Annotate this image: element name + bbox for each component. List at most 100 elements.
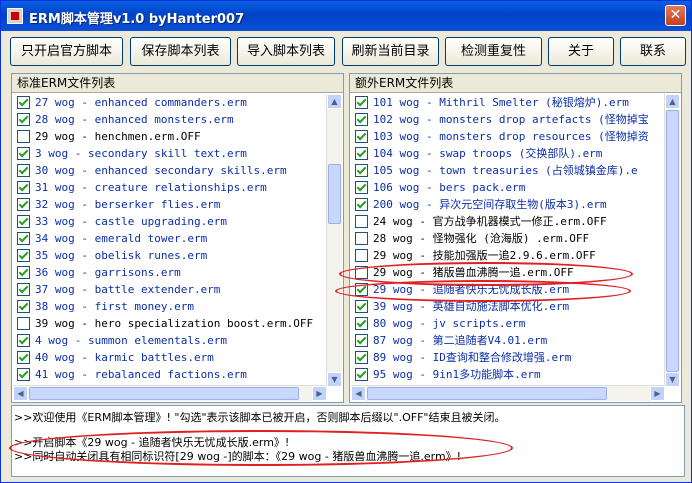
check-duplicates-button[interactable]: 检测重复性 [445, 37, 542, 66]
window-title: ERM脚本管理v1.0 byHanter007 [29, 12, 245, 27]
list-item-label: 29 wog - 技能加强版一追2.9.6.erm.OFF [373, 249, 596, 262]
list-item-label: 95 wog - 9in1多功能脚本.erm [373, 368, 541, 381]
right-vertical-scrollbar[interactable]: ▲ ▼ [664, 94, 680, 387]
checked-checkbox-icon[interactable] [17, 300, 30, 313]
checked-checkbox-icon[interactable] [355, 147, 368, 160]
import-script-list-button[interactable]: 导入脚本列表 [237, 37, 335, 66]
message-log: >>欢迎使用《ERM脚本管理》! "勾选"表示该脚本已被开启，否则脚本后缀以".… [9, 405, 685, 477]
app-icon [7, 8, 23, 24]
list-item-label: 35 wog - obelisk runes.erm [35, 249, 208, 262]
checked-checkbox-icon[interactable] [17, 181, 30, 194]
checked-checkbox-icon[interactable] [355, 181, 368, 194]
list-item-label: 87 wog - 第二追随者V4.01.erm [373, 334, 548, 347]
list-item-label: 38 wog - first money.erm [35, 300, 194, 313]
list-item-label: 31 wog - creature relationships.erm [35, 181, 267, 194]
unchecked-checkbox-icon[interactable] [355, 249, 368, 262]
list-item-label: 105 wog - town treasuries (占领城镇金库).e [373, 164, 638, 177]
list-item-label: 106 wog - bers pack.erm [373, 181, 526, 194]
title-bar[interactable]: ERM脚本管理v1.0 byHanter007 ✕ [1, 1, 691, 31]
unchecked-checkbox-icon[interactable] [355, 215, 368, 228]
list-item-label: 33 wog - castle upgrading.erm [35, 215, 228, 228]
left-vertical-scrollbar[interactable]: ▲ ▼ [326, 94, 342, 387]
extra-erm-panel: 额外ERM文件列表 101 wog - Mithril Smelter (秘银熔… [349, 73, 682, 403]
list-item-label: 4 wog - summon elementals.erm [35, 334, 228, 347]
save-script-list-button[interactable]: 保存脚本列表 [130, 37, 231, 66]
about-button[interactable]: 关于 [548, 37, 614, 66]
checked-checkbox-icon[interactable] [17, 368, 30, 381]
checked-checkbox-icon[interactable] [17, 232, 30, 245]
scroll-down-arrow-icon[interactable]: ▼ [327, 372, 342, 387]
scroll-thumb[interactable] [328, 164, 341, 224]
list-item-label: 37 wog - battle extender.erm [35, 283, 221, 296]
list-item-label: 200 wog - 异次元空间存取生物(版本3).erm [373, 198, 607, 211]
unchecked-checkbox-icon[interactable] [17, 130, 30, 143]
checked-checkbox-icon[interactable] [17, 164, 30, 177]
list-item-label: 104 wog - swap troops (交换部队).erm [373, 147, 603, 160]
checked-checkbox-icon[interactable] [355, 164, 368, 177]
checked-checkbox-icon[interactable] [17, 283, 30, 296]
list-item-label: 39 wog - hero specialization boost.erm.O… [35, 317, 314, 330]
list-item-label: 28 wog - enhanced monsters.erm [35, 113, 234, 126]
scroll-up-arrow-icon[interactable]: ▲ [327, 94, 342, 109]
list-item-label: 27 wog - enhanced commanders.erm [35, 96, 247, 109]
unchecked-checkbox-icon[interactable] [355, 266, 368, 279]
standard-erm-panel: 标准ERM文件列表 27 wog - enhanced commanders.e… [11, 73, 344, 403]
list-item-label: 28 wog - 怪物强化 (沧海版) .erm.OFF [373, 232, 590, 245]
extra-erm-header: 额外ERM文件列表 [350, 74, 681, 93]
list-item-label: 80 wog - jv scripts.erm [373, 317, 526, 330]
checked-checkbox-icon[interactable] [17, 96, 30, 109]
checked-checkbox-icon[interactable] [355, 113, 368, 126]
list-item-label: 102 wog - monsters drop artefacts (怪物掉宝 [373, 113, 649, 126]
unchecked-checkbox-icon[interactable] [17, 317, 30, 330]
checked-checkbox-icon[interactable] [355, 96, 368, 109]
list-item-label: 36 wog - garrisons.erm [35, 266, 181, 279]
scroll-up-arrow-icon[interactable]: ▲ [665, 94, 680, 109]
standard-erm-header: 标准ERM文件列表 [12, 74, 343, 93]
list-item-label: 39 wog - 英雄自动施法脚本优化.erm [373, 300, 570, 313]
list-item-label: 89 wog - ID查询和整合修改增强.erm [373, 351, 572, 364]
checked-checkbox-icon[interactable] [17, 113, 30, 126]
list-item-label: 30 wog - enhanced secondary skills.erm [35, 164, 287, 177]
unchecked-checkbox-icon[interactable] [355, 232, 368, 245]
checked-checkbox-icon[interactable] [355, 317, 368, 330]
log-line: >>同时自动关闭具有相同标识符[29 wog -]的脚本：《29 wog - 猪… [14, 450, 462, 463]
list-item-label: 34 wog - emerald tower.erm [35, 232, 208, 245]
checked-checkbox-icon[interactable] [17, 249, 30, 262]
checked-checkbox-icon[interactable] [355, 334, 368, 347]
list-item-label: 29 wog - 猪版兽血沸腾一追.erm.OFF [373, 266, 574, 279]
horizontal-scroll-thumb[interactable] [29, 387, 299, 400]
scroll-right-arrow-icon[interactable]: ▶ [312, 386, 327, 401]
scroll-left-arrow-icon[interactable]: ◀ [351, 386, 366, 401]
list-item-label: 103 wog - monsters drop resources (怪物掉资 [373, 130, 649, 143]
scroll-thumb[interactable] [666, 110, 679, 372]
checked-checkbox-icon[interactable] [17, 266, 30, 279]
horizontal-scroll-thumb[interactable] [367, 387, 607, 400]
checked-checkbox-icon[interactable] [355, 300, 368, 313]
refresh-directory-button[interactable]: 刷新当前目录 [342, 37, 439, 66]
list-item-label: 101 wog - Mithril Smelter (秘银熔炉).erm [373, 96, 629, 109]
list-item-label: 29 wog - 追随者快乐无忧成长版.erm [373, 283, 570, 296]
checked-checkbox-icon[interactable] [355, 283, 368, 296]
main-window: ERM脚本管理v1.0 byHanter007 ✕ 只开启官方脚本 保存脚本列表… [0, 0, 692, 483]
scroll-left-arrow-icon[interactable]: ◀ [13, 386, 28, 401]
list-item-label: 32 wog - berserker flies.erm [35, 198, 221, 211]
official-scripts-only-button[interactable]: 只开启官方脚本 [10, 37, 123, 66]
contact-button[interactable]: 联系 [620, 37, 686, 66]
right-horizontal-scrollbar[interactable]: ◀ ▶ [351, 385, 665, 401]
log-line: >>欢迎使用《ERM脚本管理》! "勾选"表示该脚本已被开启，否则脚本后缀以".… [14, 411, 506, 424]
list-item-label: 29 wog - henchmen.erm.OFF [35, 130, 201, 143]
checked-checkbox-icon[interactable] [17, 351, 30, 364]
close-button[interactable]: ✕ [665, 5, 686, 26]
checked-checkbox-icon[interactable] [355, 130, 368, 143]
checked-checkbox-icon[interactable] [17, 215, 30, 228]
checked-checkbox-icon[interactable] [355, 351, 368, 364]
list-item-label: 24 wog - 官方战争机器模式一修正.erm.OFF [373, 215, 607, 228]
checked-checkbox-icon[interactable] [17, 198, 30, 211]
left-horizontal-scrollbar[interactable]: ◀ ▶ [13, 385, 327, 401]
scroll-right-arrow-icon[interactable]: ▶ [650, 386, 665, 401]
checked-checkbox-icon[interactable] [17, 334, 30, 347]
checked-checkbox-icon[interactable] [355, 198, 368, 211]
scroll-down-arrow-icon[interactable]: ▼ [665, 372, 680, 387]
checked-checkbox-icon[interactable] [355, 368, 368, 381]
checked-checkbox-icon[interactable] [17, 147, 30, 160]
